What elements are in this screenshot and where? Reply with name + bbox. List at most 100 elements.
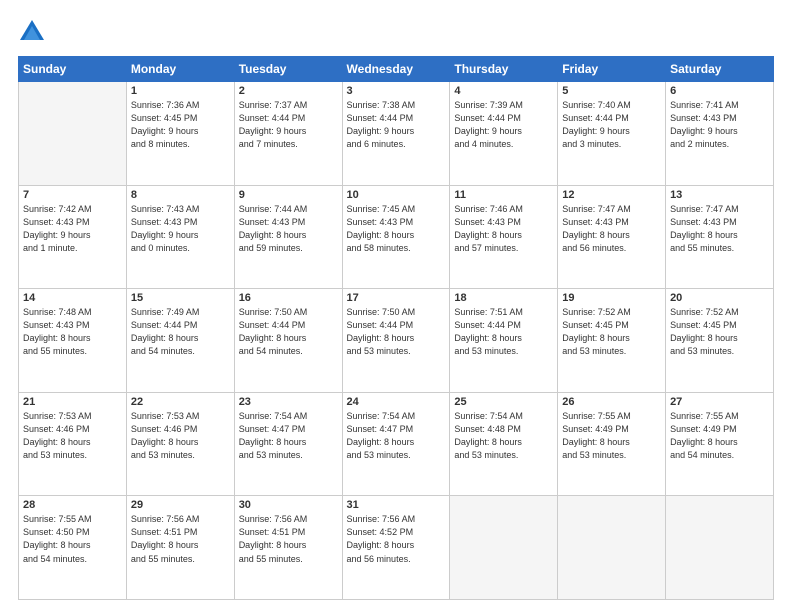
logo	[18, 18, 50, 46]
calendar-body: 1 Sunrise: 7:36 AM Sunset: 4:45 PM Daylig…	[19, 82, 774, 600]
day-number: 15	[131, 292, 230, 304]
day-number: 29	[131, 499, 230, 511]
day-cell: 19 Sunrise: 7:52 AM Sunset: 4:45 PM Dayli…	[558, 289, 666, 393]
day-number: 31	[347, 499, 446, 511]
day-info: Sunrise: 7:43 AM Sunset: 4:43 PM Dayligh…	[131, 203, 230, 255]
day-number: 21	[23, 396, 122, 408]
header	[18, 18, 774, 46]
day-number: 24	[347, 396, 446, 408]
day-cell: 3 Sunrise: 7:38 AM Sunset: 4:44 PM Daylig…	[342, 82, 450, 186]
day-info: Sunrise: 7:53 AM Sunset: 4:46 PM Dayligh…	[23, 410, 122, 462]
calendar-table: SundayMondayTuesdayWednesdayThursdayFrid…	[18, 56, 774, 600]
day-cell: 4 Sunrise: 7:39 AM Sunset: 4:44 PM Daylig…	[450, 82, 558, 186]
day-cell: 31 Sunrise: 7:56 AM Sunset: 4:52 PM Dayli…	[342, 496, 450, 600]
day-cell: 20 Sunrise: 7:52 AM Sunset: 4:45 PM Dayli…	[666, 289, 774, 393]
week-row-3: 14Sunrise: 7:48 AM Sunset: 4:43 PM Dayli…	[19, 289, 774, 393]
day-number: 8	[131, 189, 230, 201]
day-number: 20	[670, 292, 769, 304]
day-info: Sunrise: 7:53 AM Sunset: 4:46 PM Dayligh…	[131, 410, 230, 462]
day-info: Sunrise: 7:37 AM Sunset: 4:44 PM Dayligh…	[239, 99, 338, 151]
week-row-5: 28 Sunrise: 7:55 AM Sunset: 4:50 PM Dayli…	[19, 496, 774, 600]
day-cell: 25Sunrise: 7:54 AM Sunset: 4:48 PM Dayli…	[450, 392, 558, 496]
header-row: SundayMondayTuesdayWednesdayThursdayFrid…	[19, 57, 774, 82]
day-info: Sunrise: 7:56 AM Sunset: 4:52 PM Dayligh…	[347, 513, 446, 565]
day-cell	[558, 496, 666, 600]
day-number: 22	[131, 396, 230, 408]
header-cell-friday: Friday	[558, 57, 666, 82]
day-info: Sunrise: 7:55 AM Sunset: 4:50 PM Dayligh…	[23, 513, 122, 565]
day-cell: 17 Sunrise: 7:50 AM Sunset: 4:44 PM Dayli…	[342, 289, 450, 393]
day-number: 11	[454, 189, 553, 201]
day-number: 27	[670, 396, 769, 408]
day-info: Sunrise: 7:50 AM Sunset: 4:44 PM Dayligh…	[347, 306, 446, 358]
day-info: Sunrise: 7:44 AM Sunset: 4:43 PM Dayligh…	[239, 203, 338, 255]
day-info: Sunrise: 7:54 AM Sunset: 4:47 PM Dayligh…	[347, 410, 446, 462]
calendar-header: SundayMondayTuesdayWednesdayThursdayFrid…	[19, 57, 774, 82]
day-info: Sunrise: 7:54 AM Sunset: 4:47 PM Dayligh…	[239, 410, 338, 462]
day-cell: 10 Sunrise: 7:45 AM Sunset: 4:43 PM Dayli…	[342, 185, 450, 289]
day-number: 17	[347, 292, 446, 304]
day-number: 2	[239, 85, 338, 97]
day-number: 5	[562, 85, 661, 97]
day-cell: 5 Sunrise: 7:40 AM Sunset: 4:44 PM Daylig…	[558, 82, 666, 186]
day-cell: 2 Sunrise: 7:37 AM Sunset: 4:44 PM Daylig…	[234, 82, 342, 186]
day-cell: 27 Sunrise: 7:55 AM Sunset: 4:49 PM Dayli…	[666, 392, 774, 496]
day-cell: 23Sunrise: 7:54 AM Sunset: 4:47 PM Dayli…	[234, 392, 342, 496]
day-info: Sunrise: 7:52 AM Sunset: 4:45 PM Dayligh…	[670, 306, 769, 358]
day-cell: 28 Sunrise: 7:55 AM Sunset: 4:50 PM Dayli…	[19, 496, 127, 600]
day-number: 9	[239, 189, 338, 201]
day-info: Sunrise: 7:40 AM Sunset: 4:44 PM Dayligh…	[562, 99, 661, 151]
day-number: 26	[562, 396, 661, 408]
day-number: 19	[562, 292, 661, 304]
day-cell: 1 Sunrise: 7:36 AM Sunset: 4:45 PM Daylig…	[126, 82, 234, 186]
day-number: 1	[131, 85, 230, 97]
day-info: Sunrise: 7:55 AM Sunset: 4:49 PM Dayligh…	[670, 410, 769, 462]
week-row-2: 7Sunrise: 7:42 AM Sunset: 4:43 PM Daylig…	[19, 185, 774, 289]
day-cell	[19, 82, 127, 186]
day-number: 25	[454, 396, 553, 408]
day-info: Sunrise: 7:50 AM Sunset: 4:44 PM Dayligh…	[239, 306, 338, 358]
day-info: Sunrise: 7:51 AM Sunset: 4:44 PM Dayligh…	[454, 306, 553, 358]
day-info: Sunrise: 7:36 AM Sunset: 4:45 PM Dayligh…	[131, 99, 230, 151]
header-cell-sunday: Sunday	[19, 57, 127, 82]
day-info: Sunrise: 7:38 AM Sunset: 4:44 PM Dayligh…	[347, 99, 446, 151]
day-cell: 24 Sunrise: 7:54 AM Sunset: 4:47 PM Dayli…	[342, 392, 450, 496]
week-row-4: 21 Sunrise: 7:53 AM Sunset: 4:46 PM Dayli…	[19, 392, 774, 496]
day-info: Sunrise: 7:47 AM Sunset: 4:43 PM Dayligh…	[670, 203, 769, 255]
day-cell: 12Sunrise: 7:47 AM Sunset: 4:43 PM Dayli…	[558, 185, 666, 289]
week-row-1: 1 Sunrise: 7:36 AM Sunset: 4:45 PM Daylig…	[19, 82, 774, 186]
day-number: 18	[454, 292, 553, 304]
day-cell	[450, 496, 558, 600]
day-cell: 18 Sunrise: 7:51 AM Sunset: 4:44 PM Dayli…	[450, 289, 558, 393]
day-info: Sunrise: 7:56 AM Sunset: 4:51 PM Dayligh…	[131, 513, 230, 565]
day-info: Sunrise: 7:49 AM Sunset: 4:44 PM Dayligh…	[131, 306, 230, 358]
day-info: Sunrise: 7:39 AM Sunset: 4:44 PM Dayligh…	[454, 99, 553, 151]
day-info: Sunrise: 7:46 AM Sunset: 4:43 PM Dayligh…	[454, 203, 553, 255]
day-cell: 7Sunrise: 7:42 AM Sunset: 4:43 PM Daylig…	[19, 185, 127, 289]
header-cell-saturday: Saturday	[666, 57, 774, 82]
header-cell-wednesday: Wednesday	[342, 57, 450, 82]
header-cell-tuesday: Tuesday	[234, 57, 342, 82]
day-number: 16	[239, 292, 338, 304]
day-cell: 13 Sunrise: 7:47 AM Sunset: 4:43 PM Dayli…	[666, 185, 774, 289]
day-info: Sunrise: 7:45 AM Sunset: 4:43 PM Dayligh…	[347, 203, 446, 255]
day-number: 3	[347, 85, 446, 97]
day-info: Sunrise: 7:47 AM Sunset: 4:43 PM Dayligh…	[562, 203, 661, 255]
day-number: 4	[454, 85, 553, 97]
day-number: 13	[670, 189, 769, 201]
day-cell: 6Sunrise: 7:41 AM Sunset: 4:43 PM Daylig…	[666, 82, 774, 186]
day-cell	[666, 496, 774, 600]
day-cell: 15 Sunrise: 7:49 AM Sunset: 4:44 PM Dayli…	[126, 289, 234, 393]
day-cell: 22 Sunrise: 7:53 AM Sunset: 4:46 PM Dayli…	[126, 392, 234, 496]
day-number: 28	[23, 499, 122, 511]
day-number: 14	[23, 292, 122, 304]
day-info: Sunrise: 7:52 AM Sunset: 4:45 PM Dayligh…	[562, 306, 661, 358]
day-cell: 9 Sunrise: 7:44 AM Sunset: 4:43 PM Daylig…	[234, 185, 342, 289]
header-cell-thursday: Thursday	[450, 57, 558, 82]
day-number: 10	[347, 189, 446, 201]
day-cell: 8 Sunrise: 7:43 AM Sunset: 4:43 PM Daylig…	[126, 185, 234, 289]
header-cell-monday: Monday	[126, 57, 234, 82]
day-info: Sunrise: 7:55 AM Sunset: 4:49 PM Dayligh…	[562, 410, 661, 462]
day-number: 7	[23, 189, 122, 201]
day-cell: 30Sunrise: 7:56 AM Sunset: 4:51 PM Dayli…	[234, 496, 342, 600]
